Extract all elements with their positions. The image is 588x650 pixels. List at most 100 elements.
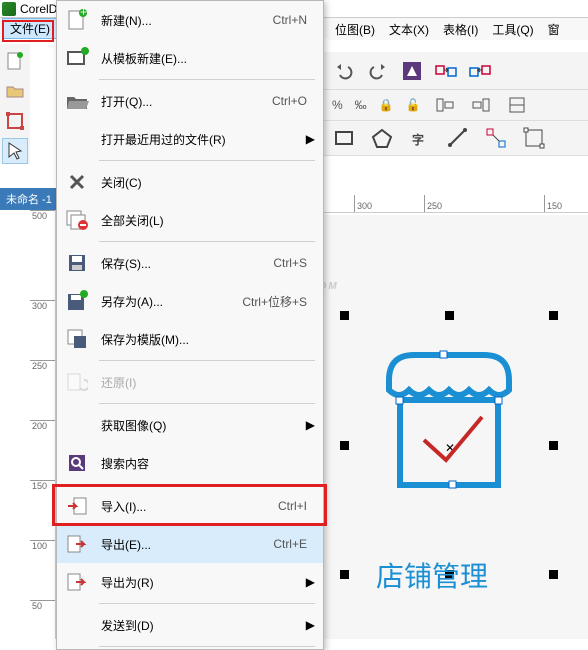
selection-handle[interactable] — [340, 311, 349, 320]
menu-import-label: 导入(I)... — [97, 498, 278, 515]
drawing-canvas[interactable]: ✕ 店铺管理 — [324, 215, 588, 639]
menu-save-label: 保存(S)... — [97, 255, 273, 272]
menu-recent[interactable]: 打开最近用过的文件(R) ▶ — [57, 120, 323, 158]
redo-icon[interactable] — [366, 59, 390, 83]
menu-search[interactable]: 搜索内容 — [57, 444, 323, 482]
file-menu-dropdown: + 新建(N)... Ctrl+N 从模板新建(E)... 打开(Q)... C… — [56, 0, 324, 650]
menu-new-template[interactable]: 从模板新建(E)... — [57, 39, 323, 77]
selection-handle[interactable] — [549, 311, 558, 320]
menu-open[interactable]: 打开(Q)... Ctrl+O — [57, 82, 323, 120]
menu-file[interactable]: 文件(E) — [2, 18, 58, 39]
menu-export-label: 导出(E)... — [97, 536, 273, 553]
lock-icon[interactable]: 🔒 — [379, 98, 394, 112]
menu-text[interactable]: 文本(X) — [382, 21, 436, 38]
menu-import-shortcut: Ctrl+I — [278, 499, 313, 513]
menu-save-shortcut: Ctrl+S — [273, 256, 313, 270]
menu-separator — [99, 79, 315, 80]
connector-icon[interactable] — [484, 126, 508, 150]
menu-export-as-label: 导出为(R) — [97, 574, 313, 591]
menu-bitmap[interactable]: 位图(B) — [328, 21, 382, 38]
menu-window[interactable]: 窗 — [541, 21, 567, 38]
polygon-icon[interactable] — [370, 126, 394, 150]
menu-table[interactable]: 表格(I) — [436, 21, 485, 38]
export-icon — [57, 534, 97, 554]
permille-label: ‰ — [355, 98, 367, 112]
new-doc-icon[interactable] — [2, 48, 28, 74]
document-tab[interactable]: 未命名 -1 — [0, 188, 58, 210]
submenu-arrow-icon: ▶ — [306, 618, 315, 632]
menu-save-as[interactable]: 另存为(A)... Ctrl+位移+S — [57, 282, 323, 320]
ruler-v-tick: 50 — [30, 600, 55, 611]
export-as-icon — [57, 572, 97, 592]
ruler-v-tick: 300 — [30, 300, 55, 311]
toolbar-area: % ‰ 🔒 🔓 字 — [324, 52, 588, 156]
menu-close[interactable]: 关闭(C) — [57, 163, 323, 201]
menu-separator — [99, 646, 315, 647]
menu-export[interactable]: 导出(E)... Ctrl+E — [57, 525, 323, 563]
menu-close-all[interactable]: 全部关闭(L) — [57, 201, 323, 239]
selection-handle[interactable] — [549, 441, 558, 450]
swap-right-icon[interactable] — [434, 59, 458, 83]
shape-select-icon[interactable] — [2, 108, 28, 134]
menu-import[interactable]: 导入(I)... Ctrl+I — [57, 487, 323, 525]
menu-save-as-label: 另存为(A)... — [97, 293, 242, 310]
open-folder-icon[interactable] — [2, 78, 28, 104]
undo-icon[interactable] — [332, 59, 356, 83]
menu-send-to[interactable]: 发送到(D) ▶ — [57, 606, 323, 644]
menu-export-shortcut: Ctrl+E — [273, 537, 313, 551]
ruler-h-tick: 300 — [354, 195, 372, 212]
menu-revert: 还原(I) — [57, 363, 323, 401]
menu-export-as[interactable]: 导出为(R) ▶ — [57, 563, 323, 601]
submenu-arrow-icon: ▶ — [306, 132, 315, 146]
align-dist-icon[interactable] — [505, 93, 529, 117]
dimension-icon[interactable] — [446, 126, 470, 150]
app-logo-icon — [2, 2, 16, 16]
menu-revert-label: 还原(I) — [97, 374, 313, 391]
submenu-arrow-icon: ▶ — [306, 575, 315, 589]
ruler-v-tick: 100 — [30, 540, 55, 551]
align-right-icon[interactable] — [469, 93, 493, 117]
svg-text:+: + — [80, 8, 87, 19]
ruler-v-tick: 150 — [30, 480, 55, 491]
save-icon — [57, 253, 97, 273]
close-icon — [57, 172, 97, 192]
ruler-h-tick: 150 — [544, 195, 562, 212]
swap-left-icon[interactable] — [468, 59, 492, 83]
menu-tools[interactable]: 工具(Q) — [485, 21, 540, 38]
menu-save-template[interactable]: 保存为模版(M)... — [57, 320, 323, 358]
svg-text:字: 字 — [412, 132, 424, 147]
menu-save[interactable]: 保存(S)... Ctrl+S — [57, 244, 323, 282]
launch-icon[interactable] — [400, 59, 424, 83]
menu-new-shortcut: Ctrl+N — [273, 13, 313, 27]
revert-icon — [57, 372, 97, 392]
selection-handle[interactable] — [549, 570, 558, 579]
menu-separator — [99, 603, 315, 604]
pick-tool-icon[interactable] — [2, 138, 28, 164]
text-icon[interactable]: 字 — [408, 126, 432, 150]
new-icon: + — [57, 8, 97, 32]
align-left-icon[interactable] — [433, 93, 457, 117]
selection-handle[interactable] — [340, 570, 349, 579]
storefront-shape[interactable] — [374, 345, 524, 495]
edit-anchor-icon[interactable] — [522, 126, 546, 150]
canvas-text-label[interactable]: 店铺管理 — [376, 555, 488, 595]
menu-recent-label: 打开最近用过的文件(R) — [97, 131, 313, 148]
menu-acquire[interactable]: 获取图像(Q) ▶ — [57, 406, 323, 444]
menu-open-label: 打开(Q)... — [97, 93, 272, 110]
shape-toolbar: 字 — [324, 120, 588, 156]
save-as-icon — [57, 290, 97, 312]
close-all-icon — [57, 209, 97, 231]
menu-separator — [99, 484, 315, 485]
unlock-icon[interactable]: 🔓 — [406, 98, 421, 112]
selection-handle[interactable] — [340, 441, 349, 450]
toolbox — [0, 44, 30, 164]
rectangle-icon[interactable] — [332, 126, 356, 150]
menu-new-template-label: 从模板新建(E)... — [97, 50, 313, 67]
menu-open-shortcut: Ctrl+O — [272, 94, 313, 108]
menu-acquire-label: 获取图像(Q) — [97, 417, 313, 434]
menu-new[interactable]: + 新建(N)... Ctrl+N — [57, 1, 323, 39]
app-title: CorelD — [20, 2, 57, 16]
menu-new-label: 新建(N)... — [97, 12, 273, 29]
ruler-v-tick: 500 — [30, 210, 55, 221]
selection-handle[interactable] — [445, 311, 454, 320]
